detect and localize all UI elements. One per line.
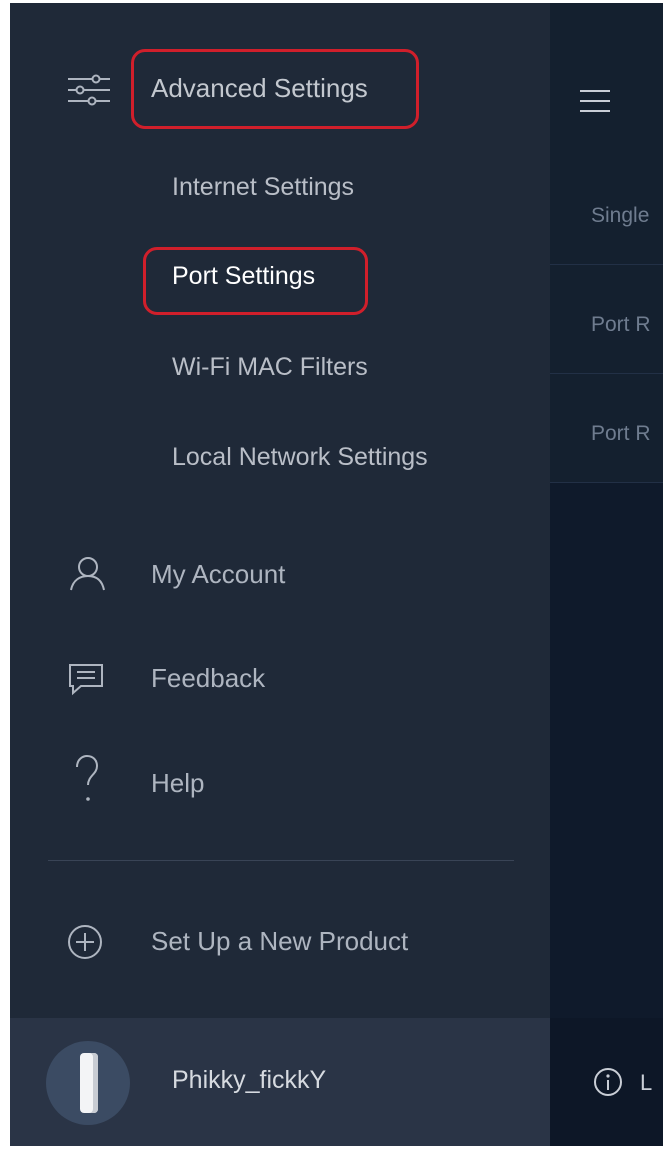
help-link[interactable]: Help: [151, 768, 204, 799]
background-row-label: Single: [591, 204, 650, 227]
background-row[interactable]: Port R: [550, 374, 663, 483]
question-icon: [76, 755, 99, 801]
hamburger-menu-icon[interactable]: [580, 90, 610, 112]
internet-settings-link[interactable]: Internet Settings: [172, 173, 354, 202]
background-app-panel: Single Port R Port R L: [550, 3, 663, 1146]
add-circle-icon: [68, 925, 102, 959]
background-footer-label: L: [640, 1070, 653, 1095]
wifi-mac-filters-link[interactable]: Wi-Fi MAC Filters: [172, 353, 368, 382]
sliders-icon: [68, 74, 110, 106]
feedback-icon: [69, 664, 103, 696]
advanced-settings-link[interactable]: Advanced Settings: [151, 73, 368, 104]
background-row[interactable]: Port R: [550, 265, 663, 374]
local-network-settings-link[interactable]: Local Network Settings: [172, 443, 428, 472]
background-row-label: Port R: [591, 313, 651, 336]
user-icon: [70, 557, 105, 591]
router-device-icon: [80, 1053, 98, 1113]
background-row[interactable]: Single: [550, 156, 663, 265]
divider: [48, 860, 514, 861]
navigation-drawer: Advanced Settings Internet Settings Port…: [10, 3, 550, 1146]
username-label: Phikky_fickkY: [172, 1066, 327, 1094]
avatar: [46, 1041, 130, 1125]
background-app-header: [550, 3, 663, 156]
app-window: Single Port R Port R L Advanced Settings…: [10, 3, 663, 1146]
info-icon[interactable]: [592, 1066, 624, 1098]
port-settings-link[interactable]: Port Settings: [172, 262, 315, 291]
background-app-footer: L: [550, 1018, 663, 1146]
my-account-link[interactable]: My Account: [151, 559, 285, 590]
background-row-label: Port R: [591, 422, 651, 445]
feedback-link[interactable]: Feedback: [151, 663, 265, 694]
setup-new-product-link[interactable]: Set Up a New Product: [151, 926, 408, 957]
drawer-footer[interactable]: Phikky_fickkY: [10, 1018, 550, 1146]
